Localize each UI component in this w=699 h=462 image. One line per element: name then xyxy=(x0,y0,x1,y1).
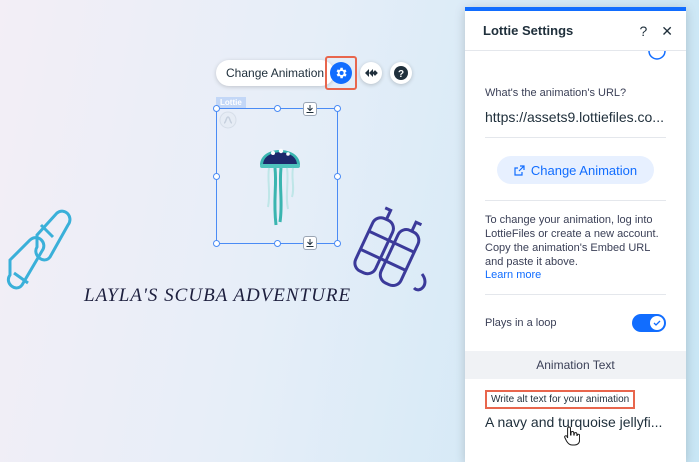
loop-label: Plays in a loop xyxy=(485,317,557,329)
change-animation-panel-button[interactable]: Change Animation xyxy=(496,156,655,184)
check-icon xyxy=(653,320,661,326)
element-toolbar: Change Animation xyxy=(216,60,335,86)
external-link-icon xyxy=(514,164,525,176)
resize-handle-bm[interactable] xyxy=(274,240,281,247)
close-icon[interactable]: ✕ xyxy=(661,24,673,38)
scrolled-circle-icon xyxy=(648,51,666,60)
help-text: To change your animation, log into Lotti… xyxy=(485,214,659,268)
lottie-element[interactable] xyxy=(213,102,341,250)
hand-cursor-icon xyxy=(564,426,580,446)
resize-handle-tr[interactable] xyxy=(334,105,341,112)
toggle-knob xyxy=(650,316,664,330)
resize-handle-tm[interactable] xyxy=(274,105,281,112)
lottie-settings-panel: Lottie Settings ? ✕ What's the animation… xyxy=(465,7,686,462)
change-animation-label: Change Animation xyxy=(530,162,638,178)
panel-title: Lottie Settings xyxy=(483,23,574,38)
loop-toggle[interactable] xyxy=(632,314,666,332)
question-icon: ? xyxy=(394,66,408,80)
resize-handle-bl[interactable] xyxy=(213,240,220,247)
animation-url-field[interactable]: https://assets9.lottiefiles.co... xyxy=(485,109,666,125)
animation-button[interactable] xyxy=(360,62,382,84)
change-animation-button[interactable]: Change Animation xyxy=(216,60,335,86)
svg-text:?: ? xyxy=(398,69,404,80)
animation-text-section-title: Animation Text xyxy=(465,351,686,379)
download-icon xyxy=(306,239,314,247)
url-label: What's the animation's URL? xyxy=(485,87,627,99)
download-bottom-handle[interactable] xyxy=(303,236,317,250)
gear-icon xyxy=(336,67,347,79)
jellyfish-animation xyxy=(260,148,300,226)
site-title[interactable]: LAYLA'S SCUBA ADVENTURE xyxy=(84,285,351,307)
download-top-handle[interactable] xyxy=(303,102,317,116)
help-icon[interactable]: ? xyxy=(639,24,647,38)
settings-button-highlight xyxy=(325,56,357,90)
alt-text-label: Write alt text for your animation xyxy=(485,390,636,409)
element-type-tag: Lottie xyxy=(216,97,246,108)
help-button[interactable]: ? xyxy=(390,62,412,84)
learn-more-link[interactable]: Learn more xyxy=(485,269,666,281)
download-icon xyxy=(306,105,314,113)
resize-handle-ml[interactable] xyxy=(213,173,220,180)
panel-header: Lottie Settings ? ✕ xyxy=(465,11,686,51)
resize-handle-tl[interactable] xyxy=(213,105,220,112)
animation-icon xyxy=(365,69,378,77)
settings-button[interactable] xyxy=(330,62,352,84)
resize-handle-mr[interactable] xyxy=(334,173,341,180)
scuba-tanks-illustration xyxy=(353,206,427,292)
flippers-illustration xyxy=(7,209,72,290)
lottie-logo-icon xyxy=(219,111,237,129)
